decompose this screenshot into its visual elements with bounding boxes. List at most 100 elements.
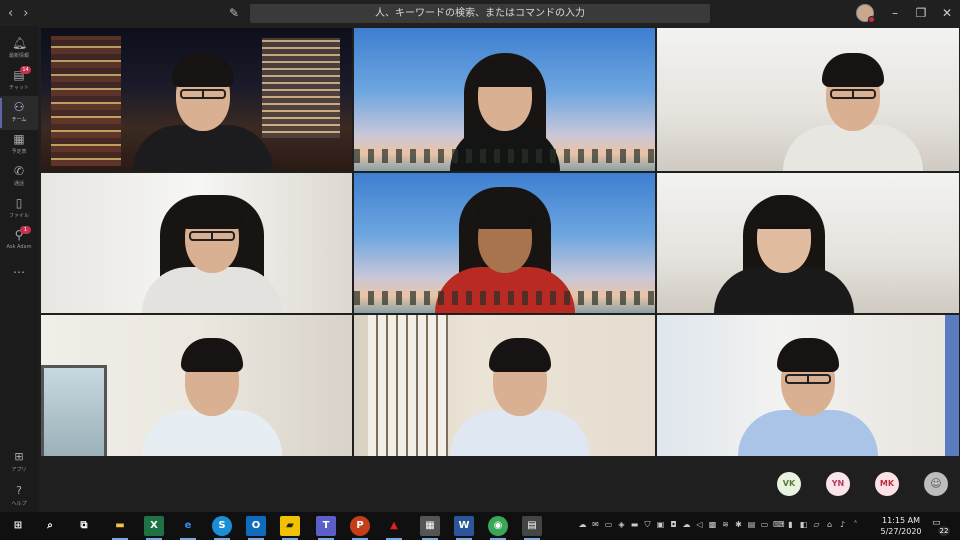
rail-label: Ask Adam <box>6 244 32 250</box>
back-arrow-icon[interactable]: ‹ <box>8 6 13 21</box>
video-tile[interactable] <box>40 172 353 314</box>
participant-video <box>435 41 575 171</box>
skype-icon[interactable]: S <box>212 516 232 540</box>
teams-tray-icon[interactable]: ▩ <box>708 520 717 530</box>
rail-label: 通話 <box>13 181 24 187</box>
meeting-bottom-bar <box>40 457 960 512</box>
folder-icon[interactable]: ▬ <box>630 520 639 530</box>
participant-video <box>132 41 273 171</box>
chat-tray-icon[interactable]: ▭ <box>604 520 613 530</box>
rail-item-files[interactable]: ▯ ファイル <box>0 192 38 226</box>
search-icon[interactable]: ⌕ <box>40 516 60 536</box>
task-view-icon[interactable]: ⧉ <box>74 516 94 536</box>
video-tile[interactable] <box>656 172 960 314</box>
participant-avatar[interactable]: MK <box>875 472 899 496</box>
video-tile[interactable] <box>353 172 656 314</box>
rail-item-apps[interactable]: ⊞ アプリ <box>0 450 38 473</box>
minimize-icon[interactable]: – <box>886 4 904 22</box>
excel-icon[interactable]: X <box>144 516 164 540</box>
video-tile[interactable] <box>656 27 960 172</box>
rail-label: チーム <box>11 117 27 123</box>
windows-taskbar: ⊞ ⌕ ⧉ ▬ X e S O ▰ T P ▲ ▦ W ◉ ▤ ☁ ✉ ▭ ◈ … <box>0 512 960 540</box>
wifi-icon[interactable]: ≋ <box>721 520 730 530</box>
display-icon[interactable]: ▭ <box>760 520 769 530</box>
apps-icon: ⊞ <box>14 450 24 463</box>
outlook-tray-icon[interactable]: ◘ <box>669 520 678 530</box>
rail-item-chat[interactable]: ▤ 14 チャット <box>0 64 38 98</box>
network-icon[interactable]: ◈ <box>617 520 626 530</box>
input-icon[interactable]: ⌨ <box>773 520 785 530</box>
rail-item-help[interactable]: ? ヘルプ <box>0 484 38 507</box>
lock-icon[interactable]: ▣ <box>656 520 665 530</box>
participant-avatar[interactable]: YN <box>826 472 850 496</box>
video-tile[interactable] <box>353 27 656 172</box>
calendar-app-icon[interactable]: ▦ <box>420 516 440 540</box>
calculator-icon[interactable]: ▤ <box>522 516 542 540</box>
powerpoint-icon[interactable]: P <box>350 516 370 540</box>
volume-icon[interactable]: ◁ <box>695 520 704 530</box>
video-tile[interactable] <box>40 27 353 172</box>
status-dot <box>868 16 875 23</box>
rail-more[interactable]: … <box>0 258 38 292</box>
rail-label: 最新情報 <box>8 53 29 59</box>
rail-label: チャット <box>9 85 29 91</box>
video-grid <box>40 27 960 457</box>
bell-icon: 🔔︎ <box>12 36 28 50</box>
file-explorer-icon[interactable]: ▬ <box>110 516 130 540</box>
mail-icon[interactable]: ✉ <box>591 520 600 530</box>
anonymous-user-icon[interactable]: ☺ <box>924 472 948 496</box>
participant-video <box>434 183 575 313</box>
bluetooth-icon[interactable]: ✱ <box>734 520 743 530</box>
printer-icon[interactable]: ▤ <box>747 520 756 530</box>
rail-label: ファイル <box>8 213 29 219</box>
chrome-icon[interactable]: ◉ <box>488 516 508 540</box>
acrobat-icon[interactable]: ▲ <box>384 516 404 540</box>
profile-avatar[interactable] <box>856 4 875 23</box>
video-tile[interactable] <box>40 314 353 457</box>
video-tile[interactable] <box>656 314 960 457</box>
chevron-up-icon[interactable]: ˄ <box>851 520 860 530</box>
chat-badge: 14 <box>20 66 31 74</box>
taskbar-clock[interactable]: 11:15 AM 5/27/2020 <box>878 515 924 537</box>
battery-icon[interactable]: ▮ <box>786 520 795 530</box>
nav-arrows: ‹ › <box>8 6 48 21</box>
participant-video <box>142 183 283 313</box>
speaker-icon[interactable]: ♪ <box>838 520 847 530</box>
action-icon[interactable]: ◧ <box>799 520 808 530</box>
title-bar: ‹ › ✎ 人、キーワードの検索、またはコマンドの入力 – ❐ ✕ <box>0 0 960 26</box>
shield-icon[interactable]: ⛉ <box>643 520 652 530</box>
word-icon[interactable]: W <box>454 516 474 540</box>
participant-avatar[interactable]: VK <box>777 472 801 496</box>
teams-window: ‹ › ✎ 人、キーワードの検索、またはコマンドの入力 – ❐ ✕ 🔔︎ 最新情… <box>0 0 960 540</box>
rail-label: 予定表 <box>11 149 27 155</box>
participant-video <box>783 41 924 171</box>
compose-icon[interactable]: ✎ <box>226 5 242 21</box>
help-icon: ? <box>16 484 22 497</box>
rail-label: ヘルプ <box>11 501 27 507</box>
edge-icon[interactable]: e <box>178 516 198 540</box>
video-tile[interactable] <box>353 314 656 457</box>
cast-icon[interactable]: ▱ <box>812 520 821 530</box>
rail-item-activity[interactable]: 🔔︎ 最新情報 <box>0 32 38 66</box>
rail-item-ask-adam[interactable]: ⚲ 1 Ask Adam <box>0 224 38 258</box>
close-icon[interactable]: ✕ <box>938 4 956 22</box>
outlook-icon[interactable]: O <box>246 516 266 540</box>
restore-icon[interactable]: ❐ <box>912 4 930 22</box>
rail-item-calls[interactable]: ✆ 通話 <box>0 160 38 194</box>
system-tray: ☁ ✉ ▭ ◈ ▬ ⛉ ▣ ◘ ☁ ◁ ▩ ≋ ✱ ▤ ▭ ⌨ ▮ ◧ ▱ ⌂ … <box>578 520 860 530</box>
search-input[interactable]: 人、キーワードの検索、またはコマンドの入力 <box>250 4 710 23</box>
forward-arrow-icon[interactable]: › <box>23 6 28 21</box>
language-icon[interactable]: ⌂ <box>825 520 834 530</box>
rail-item-teams[interactable]: ⚇ チーム <box>0 96 38 130</box>
windows-start-icon[interactable]: ⊞ <box>8 516 28 536</box>
participant-video <box>713 183 854 313</box>
rail-label: アプリ <box>11 467 27 473</box>
cloud-icon[interactable]: ☁ <box>578 520 587 530</box>
teams-taskbar-icon[interactable]: T <box>316 516 336 540</box>
notification-count: 22 <box>938 526 950 536</box>
participant-video <box>142 326 283 456</box>
onedrive-icon[interactable]: ☁ <box>682 520 691 530</box>
sticky-notes-icon[interactable]: ▰ <box>280 516 300 540</box>
phone-icon: ✆ <box>13 164 25 178</box>
rail-item-calendar[interactable]: ▦ 予定表 <box>0 128 38 162</box>
